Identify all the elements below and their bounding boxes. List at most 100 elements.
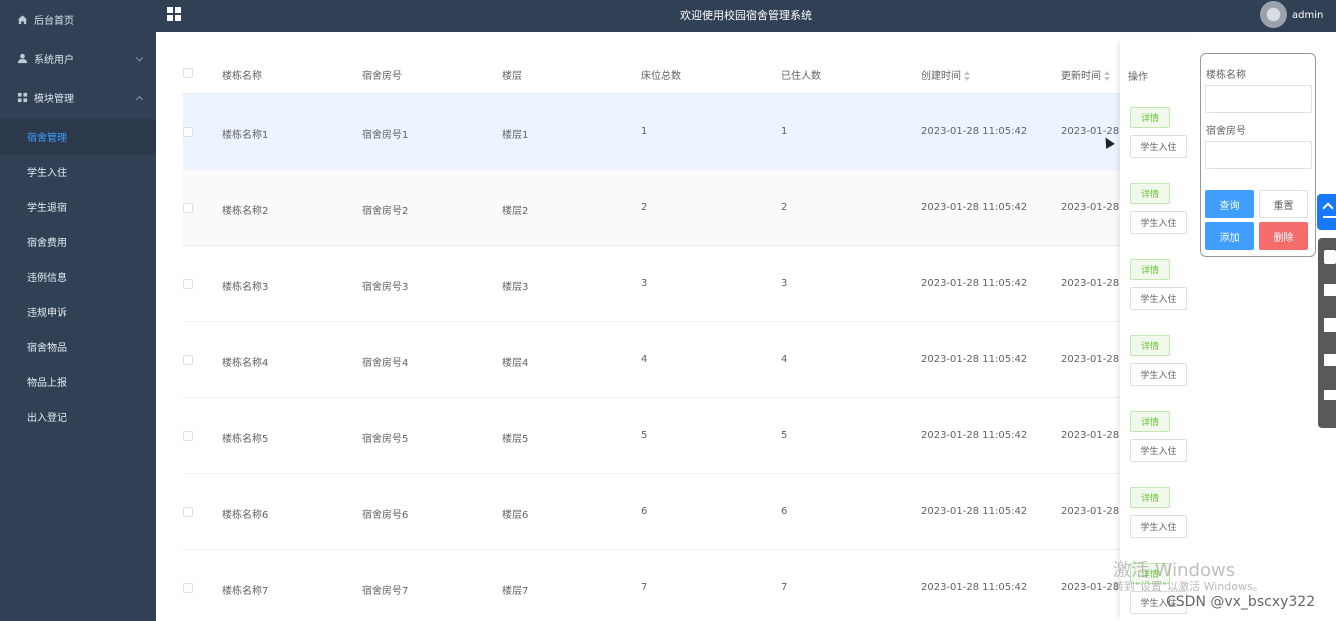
cell-created: 2023-01-28 11:05:42 xyxy=(921,278,1028,289)
username[interactable]: admin xyxy=(1292,0,1323,32)
column-header-updated[interactable]: 更新时间 xyxy=(1061,67,1111,82)
table-row[interactable]: 楼栋名称6 宿舍房号6 楼层6 6 6 2023-01-28 11:05:42 … xyxy=(183,474,1202,550)
sidebar-sub-student-checkout[interactable]: 学生退宿 xyxy=(0,189,156,224)
column-header: 床位总数 xyxy=(641,71,681,82)
detail-button[interactable]: 详情 xyxy=(1130,107,1170,128)
table-row[interactable]: 楼栋名称1 宿舍房号1 楼层1 1 1 2023-01-28 11:05:42 … xyxy=(183,94,1202,170)
sidebar-item-label: 系统用户 xyxy=(34,55,74,66)
activation-watermark-text: 转到"设置"以激活 Windows。 xyxy=(1113,580,1264,593)
home-icon xyxy=(16,14,28,26)
cell-floor: 楼层4 xyxy=(502,358,529,369)
sidebar-sub-label: 违例信息 xyxy=(27,273,67,284)
sidebar-sub-label: 学生退宿 xyxy=(27,203,67,214)
detail-button[interactable]: 详情 xyxy=(1130,411,1170,432)
cell-created: 2023-01-28 11:05:42 xyxy=(921,430,1028,441)
sort-icon[interactable] xyxy=(964,71,971,81)
cell-updated: 2023-01-28 xyxy=(1061,506,1120,517)
table-row[interactable]: 楼栋名称4 宿舍房号4 楼层4 4 4 2023-01-28 11:05:42 … xyxy=(183,322,1202,398)
pen-icon[interactable] xyxy=(1324,390,1336,400)
add-button[interactable]: 添加 xyxy=(1205,222,1254,250)
cell-floor: 楼层3 xyxy=(502,282,529,293)
sidebar-item-module-management[interactable]: 模块管理 xyxy=(0,78,156,117)
table-container: 楼栋名称 宿舍房号 楼层 床位总数 已住人数 创建时间 更新时间 楼栋名称1 宿… xyxy=(162,39,1336,621)
sidebar-sub-label: 宿舍物品 xyxy=(27,343,67,354)
checkin-button[interactable]: 学生入住 xyxy=(1130,515,1187,538)
cell-updated: 2023-01-28 xyxy=(1061,278,1120,289)
row-checkbox[interactable] xyxy=(183,583,193,593)
checkin-button[interactable]: 学生入住 xyxy=(1130,287,1187,310)
row-checkbox[interactable] xyxy=(183,127,193,137)
cell-room: 宿舍房号2 xyxy=(362,206,409,217)
sidebar-sub-item-reports[interactable]: 物品上报 xyxy=(0,364,156,399)
table-row[interactable]: 楼栋名称2 宿舍房号2 楼层2 2 2 2023-01-28 11:05:42 … xyxy=(183,170,1202,246)
cell-beds: 3 xyxy=(641,278,648,289)
sidebar-sub-label: 出入登记 xyxy=(27,413,67,424)
column-header-label: 创建时间 xyxy=(921,71,961,82)
room-input[interactable] xyxy=(1205,141,1312,169)
sidebar-sub-entry-log[interactable]: 出入登记 xyxy=(0,399,156,434)
cell-room: 宿舍房号6 xyxy=(362,510,409,521)
sidebar-sub-label: 学生入住 xyxy=(27,168,67,179)
table-row[interactable]: 楼栋名称5 宿舍房号5 楼层5 5 5 2023-01-28 11:05:42 … xyxy=(183,398,1202,474)
sidebar-sub-dorm-management[interactable]: 宿舍管理 xyxy=(0,119,156,154)
select-all-checkbox[interactable] xyxy=(183,68,193,78)
detail-button[interactable]: 详情 xyxy=(1130,335,1170,356)
search-panel: 楼栋名称 宿舍房号 查询 重置 添加 删除 xyxy=(1200,53,1316,257)
cell-created: 2023-01-28 11:05:42 xyxy=(921,126,1028,137)
sidebar-sub-dorm-fees[interactable]: 宿舍费用 xyxy=(0,224,156,259)
building-input[interactable] xyxy=(1205,85,1312,113)
camera-icon[interactable] xyxy=(1324,250,1336,264)
cell-occupied: 6 xyxy=(781,506,788,517)
export-icon[interactable] xyxy=(1324,284,1336,296)
detail-button[interactable]: 详情 xyxy=(1130,487,1170,508)
checkin-button[interactable]: 学生入住 xyxy=(1130,211,1187,234)
cell-room: 宿舍房号1 xyxy=(362,130,409,141)
column-header-created[interactable]: 创建时间 xyxy=(921,67,971,82)
detail-button[interactable]: 详情 xyxy=(1130,183,1170,204)
sidebar-sub-student-checkin[interactable]: 学生入住 xyxy=(0,154,156,189)
delete-button[interactable]: 删除 xyxy=(1259,222,1308,250)
sidebar-item-label: 后台首页 xyxy=(34,16,74,27)
column-header: 已住人数 xyxy=(781,71,821,82)
save-icon[interactable] xyxy=(1324,354,1336,366)
user-icon xyxy=(16,53,28,65)
column-header: 楼栋名称 xyxy=(222,71,262,82)
checkin-button[interactable]: 学生入住 xyxy=(1130,439,1187,462)
row-checkbox[interactable] xyxy=(183,279,193,289)
gif-icon[interactable] xyxy=(1324,318,1336,332)
cell-building: 楼栋名称5 xyxy=(222,434,269,445)
checkin-button[interactable]: 学生入住 xyxy=(1130,363,1187,386)
cell-room: 宿舍房号5 xyxy=(362,434,409,445)
cell-floor: 楼层1 xyxy=(502,130,529,141)
row-checkbox[interactable] xyxy=(183,431,193,441)
cell-occupied: 7 xyxy=(781,582,788,593)
sidebar-sub-dorm-items[interactable]: 宿舍物品 xyxy=(0,329,156,364)
cell-building: 楼栋名称7 xyxy=(222,586,269,597)
cell-building: 楼栋名称6 xyxy=(222,510,269,521)
cell-occupied: 5 xyxy=(781,430,788,441)
scroll-top-button[interactable] xyxy=(1317,194,1336,230)
sort-icon[interactable] xyxy=(1104,71,1111,81)
row-checkbox[interactable] xyxy=(183,507,193,517)
row-checkbox[interactable] xyxy=(183,355,193,365)
table-row[interactable]: 楼栋名称7 宿舍房号7 楼层7 7 7 2023-01-28 11:05:42 … xyxy=(183,550,1202,621)
detail-button[interactable]: 详情 xyxy=(1130,259,1170,280)
sidebar-sub-violations[interactable]: 违例信息 xyxy=(0,259,156,294)
reset-button[interactable]: 重置 xyxy=(1259,190,1308,218)
sidebar-item-home[interactable]: 后台首页 xyxy=(0,0,156,39)
table-row[interactable]: 楼栋名称3 宿舍房号3 楼层3 3 3 2023-01-28 11:05:42 … xyxy=(183,246,1202,322)
avatar[interactable] xyxy=(1260,1,1287,28)
checkin-button[interactable]: 学生入住 xyxy=(1130,135,1187,158)
sidebar-item-system-users[interactable]: 系统用户 xyxy=(0,39,156,78)
row-checkbox[interactable] xyxy=(183,203,193,213)
cell-beds: 1 xyxy=(641,126,648,137)
sidebar-sub-appeals[interactable]: 违规申诉 xyxy=(0,294,156,329)
building-label: 楼栋名称 xyxy=(1206,70,1246,81)
query-button[interactable]: 查询 xyxy=(1205,190,1254,218)
sidebar-sub-label: 宿舍管理 xyxy=(27,133,67,144)
cell-beds: 6 xyxy=(641,506,648,517)
cell-beds: 2 xyxy=(641,202,648,213)
cell-room: 宿舍房号4 xyxy=(362,358,409,369)
grid-icon xyxy=(16,92,28,104)
cell-updated: 2023-01-28 xyxy=(1061,582,1120,593)
